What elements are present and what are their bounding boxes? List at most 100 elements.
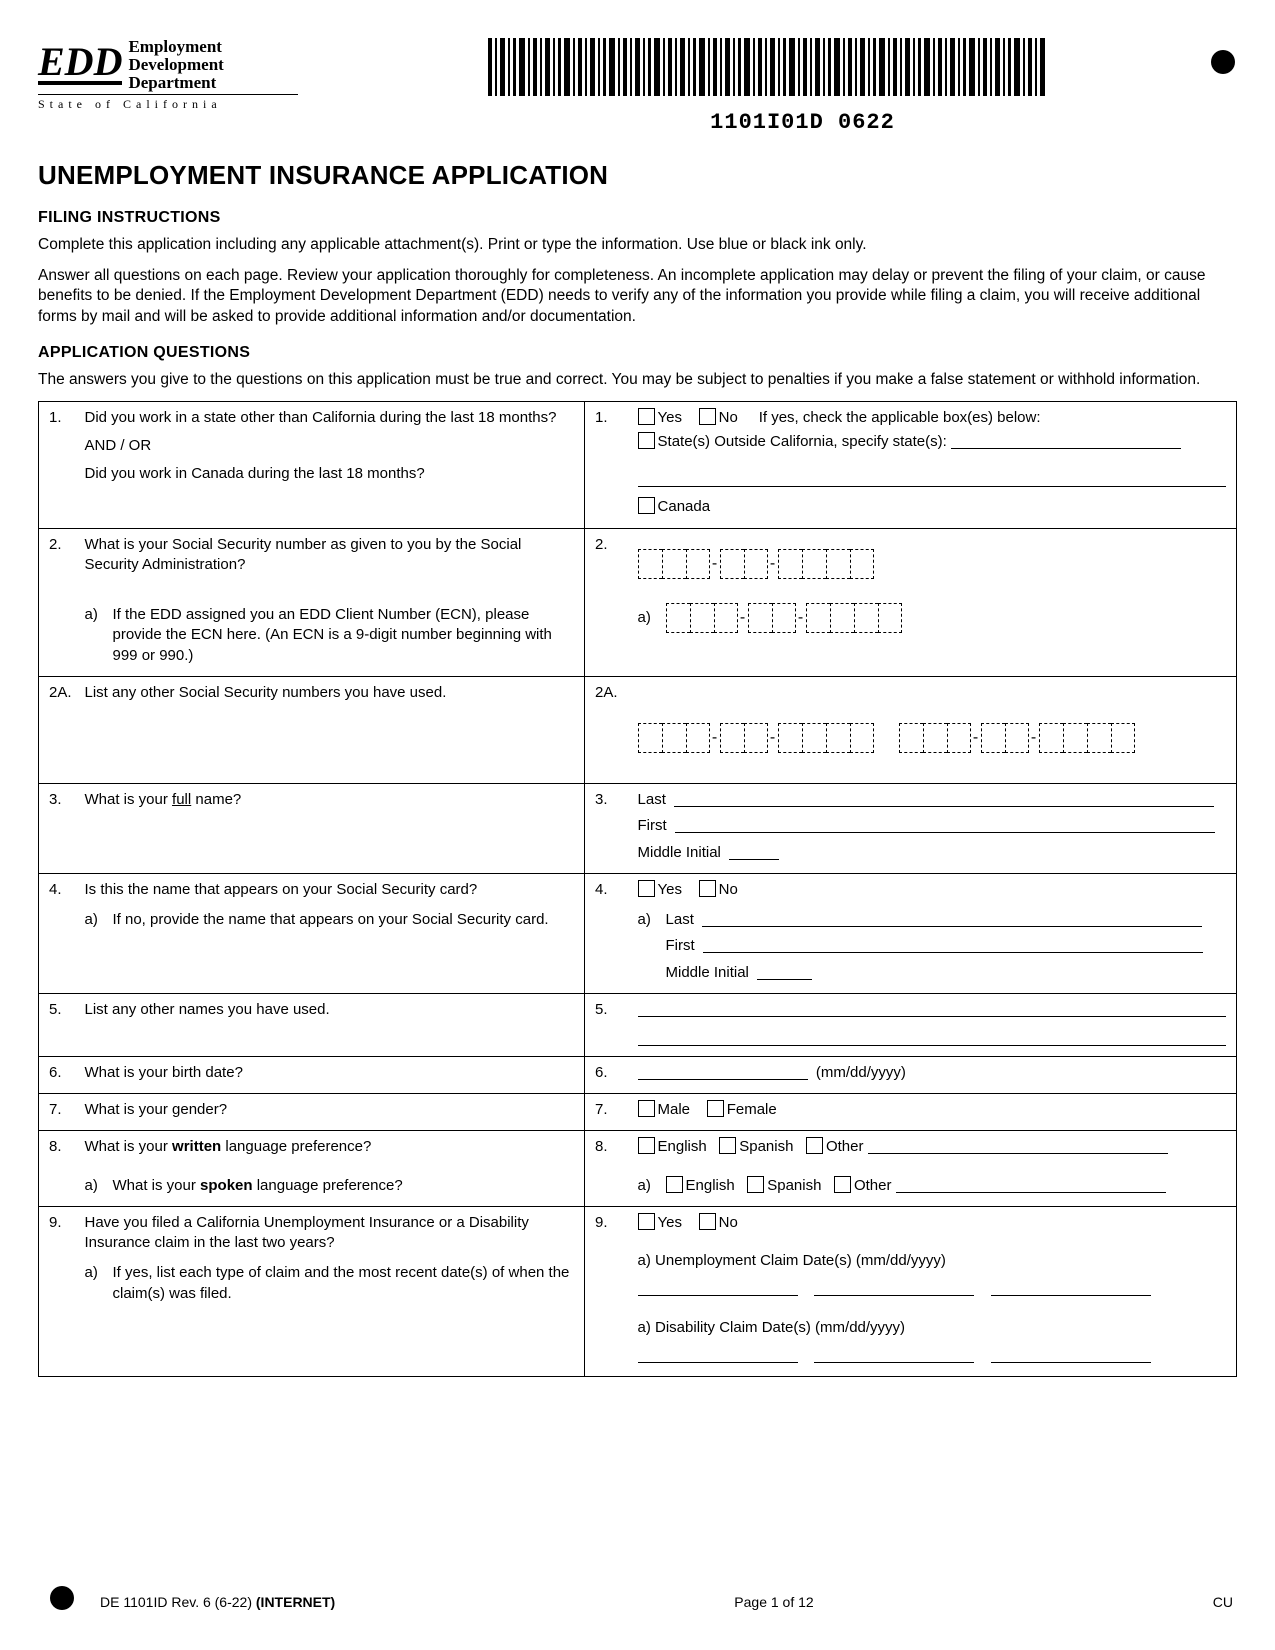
q7-female-label: Female xyxy=(727,1101,777,1118)
q8a-other-checkbox[interactable] xyxy=(834,1176,851,1193)
q2a-ecn-field[interactable]: -- xyxy=(666,603,902,633)
q3-last-field[interactable] xyxy=(674,790,1214,807)
q9-unemp-date-1[interactable] xyxy=(638,1279,798,1296)
q6-num: 6. xyxy=(49,1064,62,1081)
q2A-ssn-field-1[interactable]: -- xyxy=(638,729,878,746)
q3-pre: What is your xyxy=(85,791,173,808)
q1-canada-checkbox[interactable] xyxy=(638,497,655,514)
q3-mi-field[interactable] xyxy=(729,843,779,860)
q4-mi-field[interactable] xyxy=(757,963,812,980)
q3-first-field[interactable] xyxy=(675,816,1215,833)
a2a-num: a) xyxy=(638,608,666,628)
q9-unemp-date-2[interactable] xyxy=(814,1279,974,1296)
q9-text: Have you filed a California Unemployment… xyxy=(85,1213,575,1254)
a7-num: 7. xyxy=(595,1101,608,1118)
a6-fmt: (mm/dd/yyyy) xyxy=(816,1064,906,1081)
edd-logo: EDD Employment Development Department St… xyxy=(38,38,298,112)
footer-form-id: DE 1101ID Rev. 6 (6-22) xyxy=(100,1594,256,1610)
q7-text: What is your gender? xyxy=(85,1100,575,1120)
q8a-pre: What is your xyxy=(113,1177,201,1194)
filing-p1: Complete this application including any … xyxy=(38,235,1237,256)
q8a-post: language preference? xyxy=(253,1177,403,1194)
q7-male-checkbox[interactable] xyxy=(638,1100,655,1117)
q5-num: 5. xyxy=(49,1001,62,1018)
q4a-num: a) xyxy=(85,910,113,930)
q5-field-2[interactable] xyxy=(638,1029,1226,1046)
q7-num: 7. xyxy=(49,1101,62,1118)
q5-field-1[interactable] xyxy=(638,1000,1226,1017)
q8-spanish-checkbox[interactable] xyxy=(719,1137,736,1154)
q8-bold: written xyxy=(172,1138,221,1155)
q4-yes-checkbox[interactable] xyxy=(638,880,655,897)
q4-no-checkbox[interactable] xyxy=(699,880,716,897)
q4-last-field[interactable] xyxy=(702,910,1202,927)
q7-male-label: Male xyxy=(658,1101,691,1118)
q1-no-label: No xyxy=(719,409,738,426)
q8-other-label: Other xyxy=(826,1138,864,1155)
state-of-california: State of California xyxy=(38,94,298,112)
a2A-num: 2A. xyxy=(595,684,618,701)
a4a-num: a) xyxy=(638,910,666,983)
a5-num: 5. xyxy=(595,1001,608,1018)
q1-states-field-2[interactable] xyxy=(638,470,1226,487)
filing-heading: FILING INSTRUCTIONS xyxy=(38,207,1237,229)
a3-first: First xyxy=(638,817,667,834)
q4a-text: If no, provide the name that appears on … xyxy=(113,910,575,930)
a9-disab-label: a) Disability Claim Date(s) (mm/dd/yyyy) xyxy=(638,1318,1226,1338)
q5-text: List any other names you have used. xyxy=(85,1000,575,1020)
q8a-spanish-checkbox[interactable] xyxy=(747,1176,764,1193)
q6-date-field[interactable] xyxy=(638,1063,808,1080)
a9-unemp-label: a) Unemployment Claim Date(s) (mm/dd/yyy… xyxy=(638,1251,1226,1271)
q8a-english-label: English xyxy=(686,1177,735,1194)
q1-yes-label: Yes xyxy=(658,409,682,426)
q2a-text: If the EDD assigned you an EDD Client Nu… xyxy=(113,605,575,666)
a4-first: First xyxy=(666,937,695,954)
q4-first-field[interactable] xyxy=(703,936,1203,953)
q8-other-checkbox[interactable] xyxy=(806,1137,823,1154)
a3-num: 3. xyxy=(595,791,608,808)
q9-disab-date-3[interactable] xyxy=(991,1346,1151,1363)
q8a-other-field[interactable] xyxy=(896,1176,1166,1193)
appq-heading: APPLICATION QUESTIONS xyxy=(38,342,1237,364)
q1-text-a: Did you work in a state other than Calif… xyxy=(85,408,575,428)
q8-pre: What is your xyxy=(85,1138,173,1155)
q1-num: 1. xyxy=(49,409,62,426)
q2-text: What is your Social Security number as g… xyxy=(85,535,575,576)
q4-yes-label: Yes xyxy=(658,881,682,898)
q9-disab-date-1[interactable] xyxy=(638,1346,798,1363)
q2A-ssn-field-2[interactable]: -- xyxy=(899,729,1135,746)
q2-ssn-field[interactable]: -- xyxy=(638,549,1226,579)
q8-english-checkbox[interactable] xyxy=(638,1137,655,1154)
q9-num: 9. xyxy=(49,1214,62,1231)
q7-female-checkbox[interactable] xyxy=(707,1100,724,1117)
a4-mi: Middle Initial xyxy=(666,964,749,981)
logo-line-3: Department xyxy=(128,74,223,92)
q9-no-checkbox[interactable] xyxy=(699,1213,716,1230)
q9-unemp-date-3[interactable] xyxy=(991,1279,1151,1296)
q8a-english-checkbox[interactable] xyxy=(666,1176,683,1193)
q8-spanish-label: Spanish xyxy=(739,1138,793,1155)
q2-num: 2. xyxy=(49,536,62,553)
q1-states-field[interactable] xyxy=(951,432,1181,449)
q1-andor: AND / OR xyxy=(85,436,575,456)
filing-p2: Answer all questions on each page. Revie… xyxy=(38,266,1237,329)
q1-text-b: Did you work in Canada during the last 1… xyxy=(85,464,575,484)
a4-last: Last xyxy=(666,911,694,928)
q1-states-checkbox[interactable] xyxy=(638,432,655,449)
q1-canada-label: Canada xyxy=(658,498,711,515)
a6-num: 6. xyxy=(595,1064,608,1081)
q9-no-label: No xyxy=(719,1214,738,1231)
a2-num: 2. xyxy=(595,536,608,553)
q8a-spanish-label: Spanish xyxy=(767,1177,821,1194)
q1-yes-checkbox[interactable] xyxy=(638,408,655,425)
q9-yes-checkbox[interactable] xyxy=(638,1213,655,1230)
a9-num: 9. xyxy=(595,1214,608,1231)
logo-line-1: Employment xyxy=(128,38,223,56)
q8-other-field[interactable] xyxy=(868,1137,1168,1154)
q2A-text: List any other Social Security numbers y… xyxy=(85,683,575,703)
a8-num: 8. xyxy=(595,1138,608,1155)
q1-no-checkbox[interactable] xyxy=(699,408,716,425)
a3-mi: Middle Initial xyxy=(638,844,721,861)
footer-page-num: Page 1 of 12 xyxy=(734,1593,813,1612)
q9-disab-date-2[interactable] xyxy=(814,1346,974,1363)
